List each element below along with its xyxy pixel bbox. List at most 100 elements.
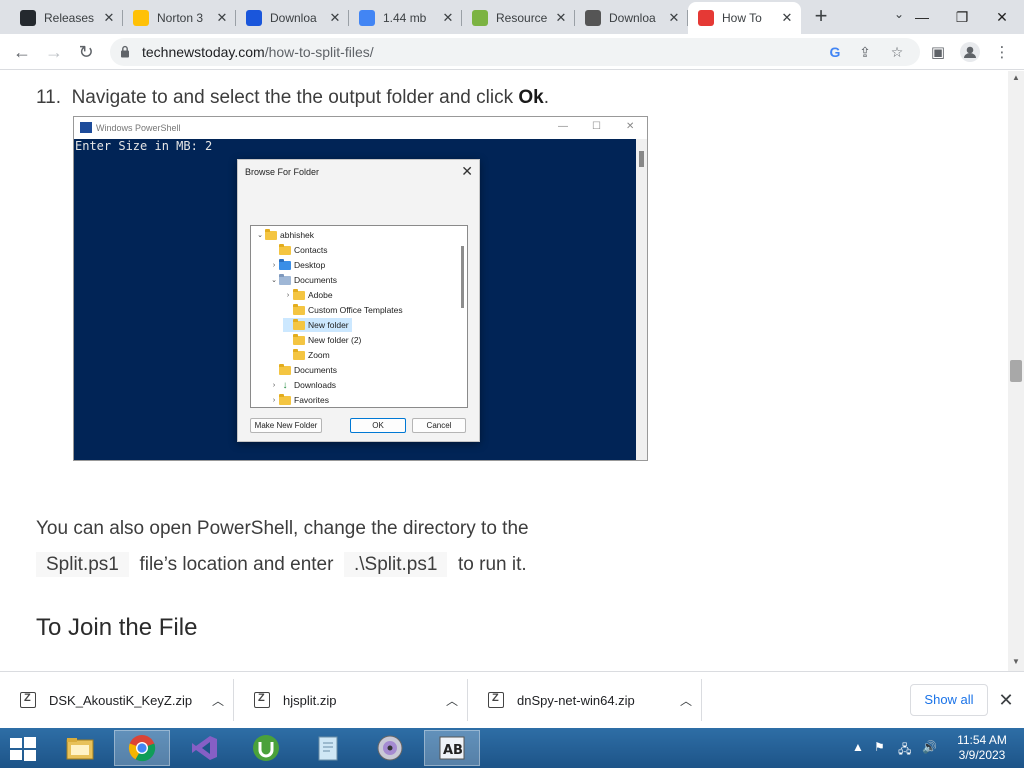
new-tab-button[interactable]: + — [808, 5, 834, 28]
tab-close-icon[interactable]: ✕ — [553, 10, 569, 26]
tree-item-label: abhishek — [280, 230, 315, 240]
norton-icon — [133, 10, 149, 26]
system-clock[interactable]: 11:54 AM 3/9/2023 — [950, 733, 1014, 763]
lock-icon[interactable] — [120, 45, 130, 58]
tab-norton[interactable]: Norton 3 ✕ — [123, 2, 236, 34]
tree-item-label: Downloads — [294, 380, 337, 390]
ps-maximize-icon: ☐ — [592, 121, 601, 132]
powershell-window-title: Windows PowerShell — [96, 123, 181, 133]
folder-tree: ⌄ abhishek Contacts › Desktop ⌄ Documents › Adob… — [250, 225, 468, 408]
tree-item-label: New folder — [308, 320, 349, 330]
close-window-icon[interactable]: ✕ — [982, 0, 1022, 34]
url-text[interactable]: technewstoday.com/how-to-split-files/ — [142, 44, 374, 60]
show-all-button[interactable]: Show all — [910, 684, 988, 716]
close-shelf-icon[interactable]: ✕ — [996, 690, 1016, 710]
bookmark-star-icon[interactable]: ☆ — [888, 43, 906, 61]
address-bar[interactable]: technewstoday.com/how-to-split-files/ G … — [110, 38, 920, 66]
tree-item-label: Custom Office Templates — [308, 305, 403, 315]
tab-close-icon[interactable]: ✕ — [666, 10, 682, 26]
page-content: 11. Navigate to and select the the outpu… — [0, 71, 1008, 671]
chevron-up-icon[interactable]: ︿ — [203, 692, 233, 709]
google-icon — [359, 10, 375, 26]
tree-item: › Favorites — [269, 393, 329, 407]
tree-item-label: Adobe — [308, 290, 333, 300]
chevron-up-icon[interactable]: ︿ — [671, 692, 701, 709]
folder-icon — [265, 228, 277, 240]
google-translate-icon[interactable]: G — [826, 43, 844, 61]
tab-github[interactable]: Releases ✕ — [10, 2, 123, 34]
tab-a-logo[interactable]: Downloa ✕ — [575, 2, 688, 34]
tree-item-label: Documents — [294, 275, 337, 285]
tab-close-icon[interactable]: ✕ — [327, 10, 343, 26]
tree-item: ⌄ Documents — [269, 273, 337, 287]
tab-google[interactable]: 1.44 mb ✕ — [349, 2, 462, 34]
collapsed-chevron-icon: › — [272, 261, 276, 269]
text-editor-ab-icon[interactable]: AB — [424, 730, 480, 766]
folder-icon — [279, 363, 291, 375]
expanded-chevron-icon: ⌄ — [271, 277, 277, 284]
tree-item: New folder — [283, 318, 352, 332]
tab-close-icon[interactable]: ✕ — [440, 10, 456, 26]
file-explorer-icon[interactable] — [52, 730, 108, 766]
utorrent-icon[interactable] — [238, 730, 294, 766]
scroll-up-icon[interactable]: ▲ — [1008, 71, 1024, 85]
a-logo-icon — [585, 10, 601, 26]
tree-scrollbar — [457, 226, 467, 407]
tab-close-icon[interactable]: ✕ — [101, 10, 117, 26]
tnt-icon — [698, 10, 714, 26]
expanded-chevron-icon: ⌄ — [257, 232, 263, 239]
tab-strip: Releases ✕ Norton 3 ✕ Downloa ✕ 1.44 mb ✕ Resour… — [0, 0, 1024, 34]
download-item[interactable]: dnSpy-net-win64.zip ︿ — [468, 679, 702, 721]
scroll-down-icon[interactable]: ▼ — [1008, 655, 1024, 669]
windows-start-icon[interactable] — [8, 736, 38, 762]
show-hidden-icons[interactable]: ▲ — [852, 740, 864, 754]
tree-item: › Desktop — [269, 258, 325, 272]
tab-close-icon[interactable]: ✕ — [779, 10, 795, 26]
ok-button: OK — [350, 418, 406, 433]
step-11-text: 11. Navigate to and select the the outpu… — [36, 87, 549, 108]
visual-studio-icon[interactable] — [176, 730, 232, 766]
powershell-screenshot: Windows PowerShell — ☐ ✕ Enter Size in M… — [73, 116, 648, 461]
page-scrollbar[interactable]: ▲ ▼ — [1008, 71, 1024, 671]
forward-icon[interactable]: → — [42, 40, 66, 64]
share-icon[interactable]: ⇪ — [856, 43, 874, 61]
download-item[interactable]: DSK_AkoustiK_KeyZ.zip ︿ — [0, 679, 234, 721]
tab-u-shield[interactable]: Downloa ✕ — [236, 2, 349, 34]
tab-title: 1.44 mb — [383, 11, 427, 25]
browser-menu-icon[interactable]: ⋮ — [992, 42, 1012, 62]
code-split-ps1: Split.ps1 — [36, 552, 129, 577]
reload-icon[interactable]: ↻ — [74, 40, 98, 64]
minimize-icon[interactable]: — — [902, 0, 942, 34]
console-scrollbar — [636, 139, 647, 460]
dvd-player-icon[interactable] — [362, 730, 418, 766]
restore-icon[interactable]: ❐ — [942, 0, 982, 34]
u-shield-icon — [246, 10, 262, 26]
back-icon[interactable]: ← — [10, 40, 34, 64]
scrollbar-thumb[interactable] — [1010, 360, 1022, 382]
collapsed-chevron-icon: › — [272, 396, 276, 404]
profile-avatar-icon[interactable] — [960, 42, 980, 62]
network-icon[interactable]: 🖧 — [898, 740, 911, 761]
tab-title: Downloa — [609, 11, 656, 25]
download-shelf: DSK_AkoustiK_KeyZ.zip ︿ hjsplit.zip ︿ dn… — [0, 671, 1024, 728]
cancel-button: Cancel — [412, 418, 466, 433]
zip-file-icon — [20, 692, 36, 708]
action-center-flag-icon[interactable]: ⚑ — [874, 740, 885, 754]
collapsed-chevron-icon: › — [272, 381, 276, 389]
browser-toolbar: ← → ↻ technewstoday.com/how-to-split-fil… — [0, 34, 1024, 70]
tree-item: › ↓ Downloads — [269, 378, 336, 392]
tab-title: Downloa — [270, 11, 317, 25]
chevron-up-icon[interactable]: ︿ — [437, 692, 467, 709]
download-item[interactable]: hjsplit.zip ︿ — [234, 679, 468, 721]
notepad-icon[interactable] — [300, 730, 356, 766]
aj-icon — [472, 10, 488, 26]
chrome-icon[interactable] — [114, 730, 170, 766]
volume-icon[interactable]: 🔊 — [922, 740, 937, 754]
tab-aj[interactable]: Resource ✕ — [462, 2, 575, 34]
folder-icon — [279, 258, 291, 270]
tab-close-icon[interactable]: ✕ — [214, 10, 230, 26]
tab-title: Releases — [44, 11, 95, 25]
folder-icon — [293, 318, 305, 330]
tab-tnt[interactable]: How To ✕ — [688, 2, 801, 34]
side-panel-icon[interactable]: ▣ — [928, 42, 948, 62]
